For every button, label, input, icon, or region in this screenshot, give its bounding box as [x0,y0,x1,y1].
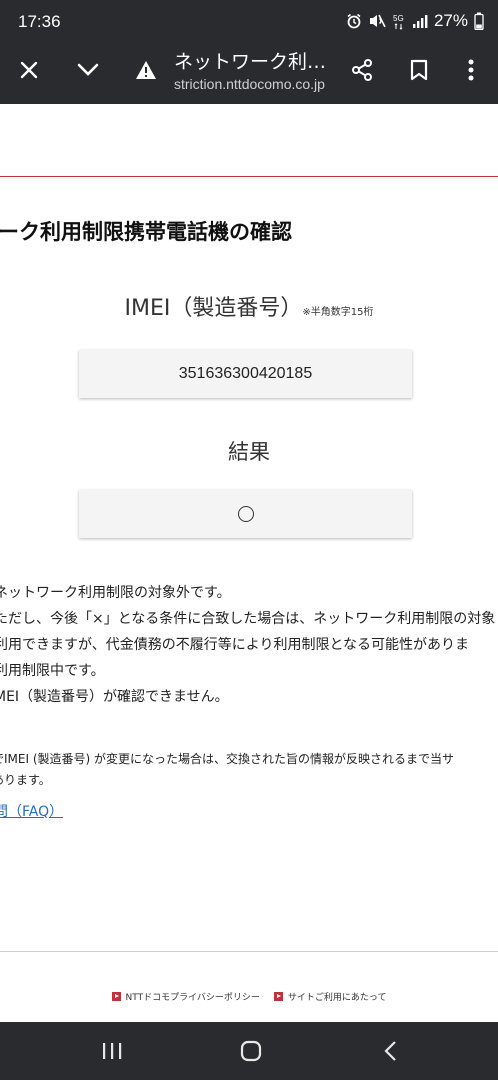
result-legend: ネットワーク利用制限の対象外です。 ただし、今後「×」となる条件に合致した場合は… [0,580,498,710]
imei-input[interactable]: 351636300420185 [79,350,412,398]
mute-icon [368,11,386,31]
legend-item: 利用制限中です。 [0,663,105,679]
footer-links: NTTドコモプライバシーポリシー サイトご利用にあたって [0,990,498,1003]
recents-icon[interactable] [92,1034,132,1068]
page-heading: ーク利用制限携帯電話機の確認 [0,220,292,244]
alarm-icon [346,11,362,31]
privacy-policy-link[interactable]: NTTドコモプライバシーポリシー [111,990,260,1003]
note-line: あります。 [0,773,51,787]
share-icon[interactable] [342,50,382,90]
faq-link[interactable]: 問（FAQ） [0,801,63,821]
header-divider [0,176,498,177]
more-icon[interactable] [451,50,491,90]
bookmark-icon[interactable] [399,50,439,90]
status-icons: 5G 27% [346,11,484,31]
result-field [79,490,412,538]
home-icon[interactable] [231,1034,271,1068]
close-icon[interactable] [9,50,49,90]
site-terms-link[interactable]: サイトご利用にあたって [273,990,387,1003]
imei-label: IMEI（製造番号）※半角数字15桁 [0,290,498,322]
legend-item: 利用できますが、代金債務の不履行等により利用制限となる可能性がありま [0,637,470,653]
system-nav-bar [0,1022,498,1080]
status-time: 17:36 [18,12,61,31]
circle-result-icon [237,506,254,522]
page-url[interactable]: striction.nttdocomo.co.jp [174,76,342,92]
warning-icon[interactable] [126,50,166,90]
footer-divider [0,951,498,952]
battery-icon [474,11,484,31]
arrow-right-icon [111,992,121,1001]
browser-chrome: 17:36 5G 27% ネットワーク利用... striction.nttdo… [0,0,498,104]
site-terms-label: サイトご利用にあたって [287,993,387,1003]
imei-change-note: でIMEI (製造番号) が変更になった場合は、交換された旨の情報が反映されるま… [0,749,498,791]
svg-text:5G: 5G [393,14,404,23]
arrow-right-icon [273,992,283,1001]
note-line: でIMEI (製造番号) が変更になった場合は、交換された旨の情報が反映されるま… [0,752,455,766]
result-label: 結果 [228,440,270,464]
privacy-policy-label: NTTドコモプライバシーポリシー [125,993,260,1003]
imei-note: ※半角数字15桁 [302,307,374,318]
signal-icon [412,11,428,31]
battery-percent: 27% [433,11,468,30]
legend-item: MEI（製造番号）が確認できません。 [0,689,229,705]
5g-icon: 5G [392,11,406,31]
back-icon[interactable] [371,1034,411,1068]
page-title[interactable]: ネットワーク利用... [174,47,344,74]
chevron-down-icon[interactable] [68,50,108,90]
browser-toolbar: ネットワーク利用... striction.nttdocomo.co.jp [0,40,498,104]
imei-label-text: IMEI（製造番号） [124,296,303,321]
legend-item: ネットワーク利用制限の対象外です。 [0,585,231,601]
legend-item: ただし、今後「×」となる条件に合致した場合は、ネットワーク利用制限の対象とな [0,611,498,627]
